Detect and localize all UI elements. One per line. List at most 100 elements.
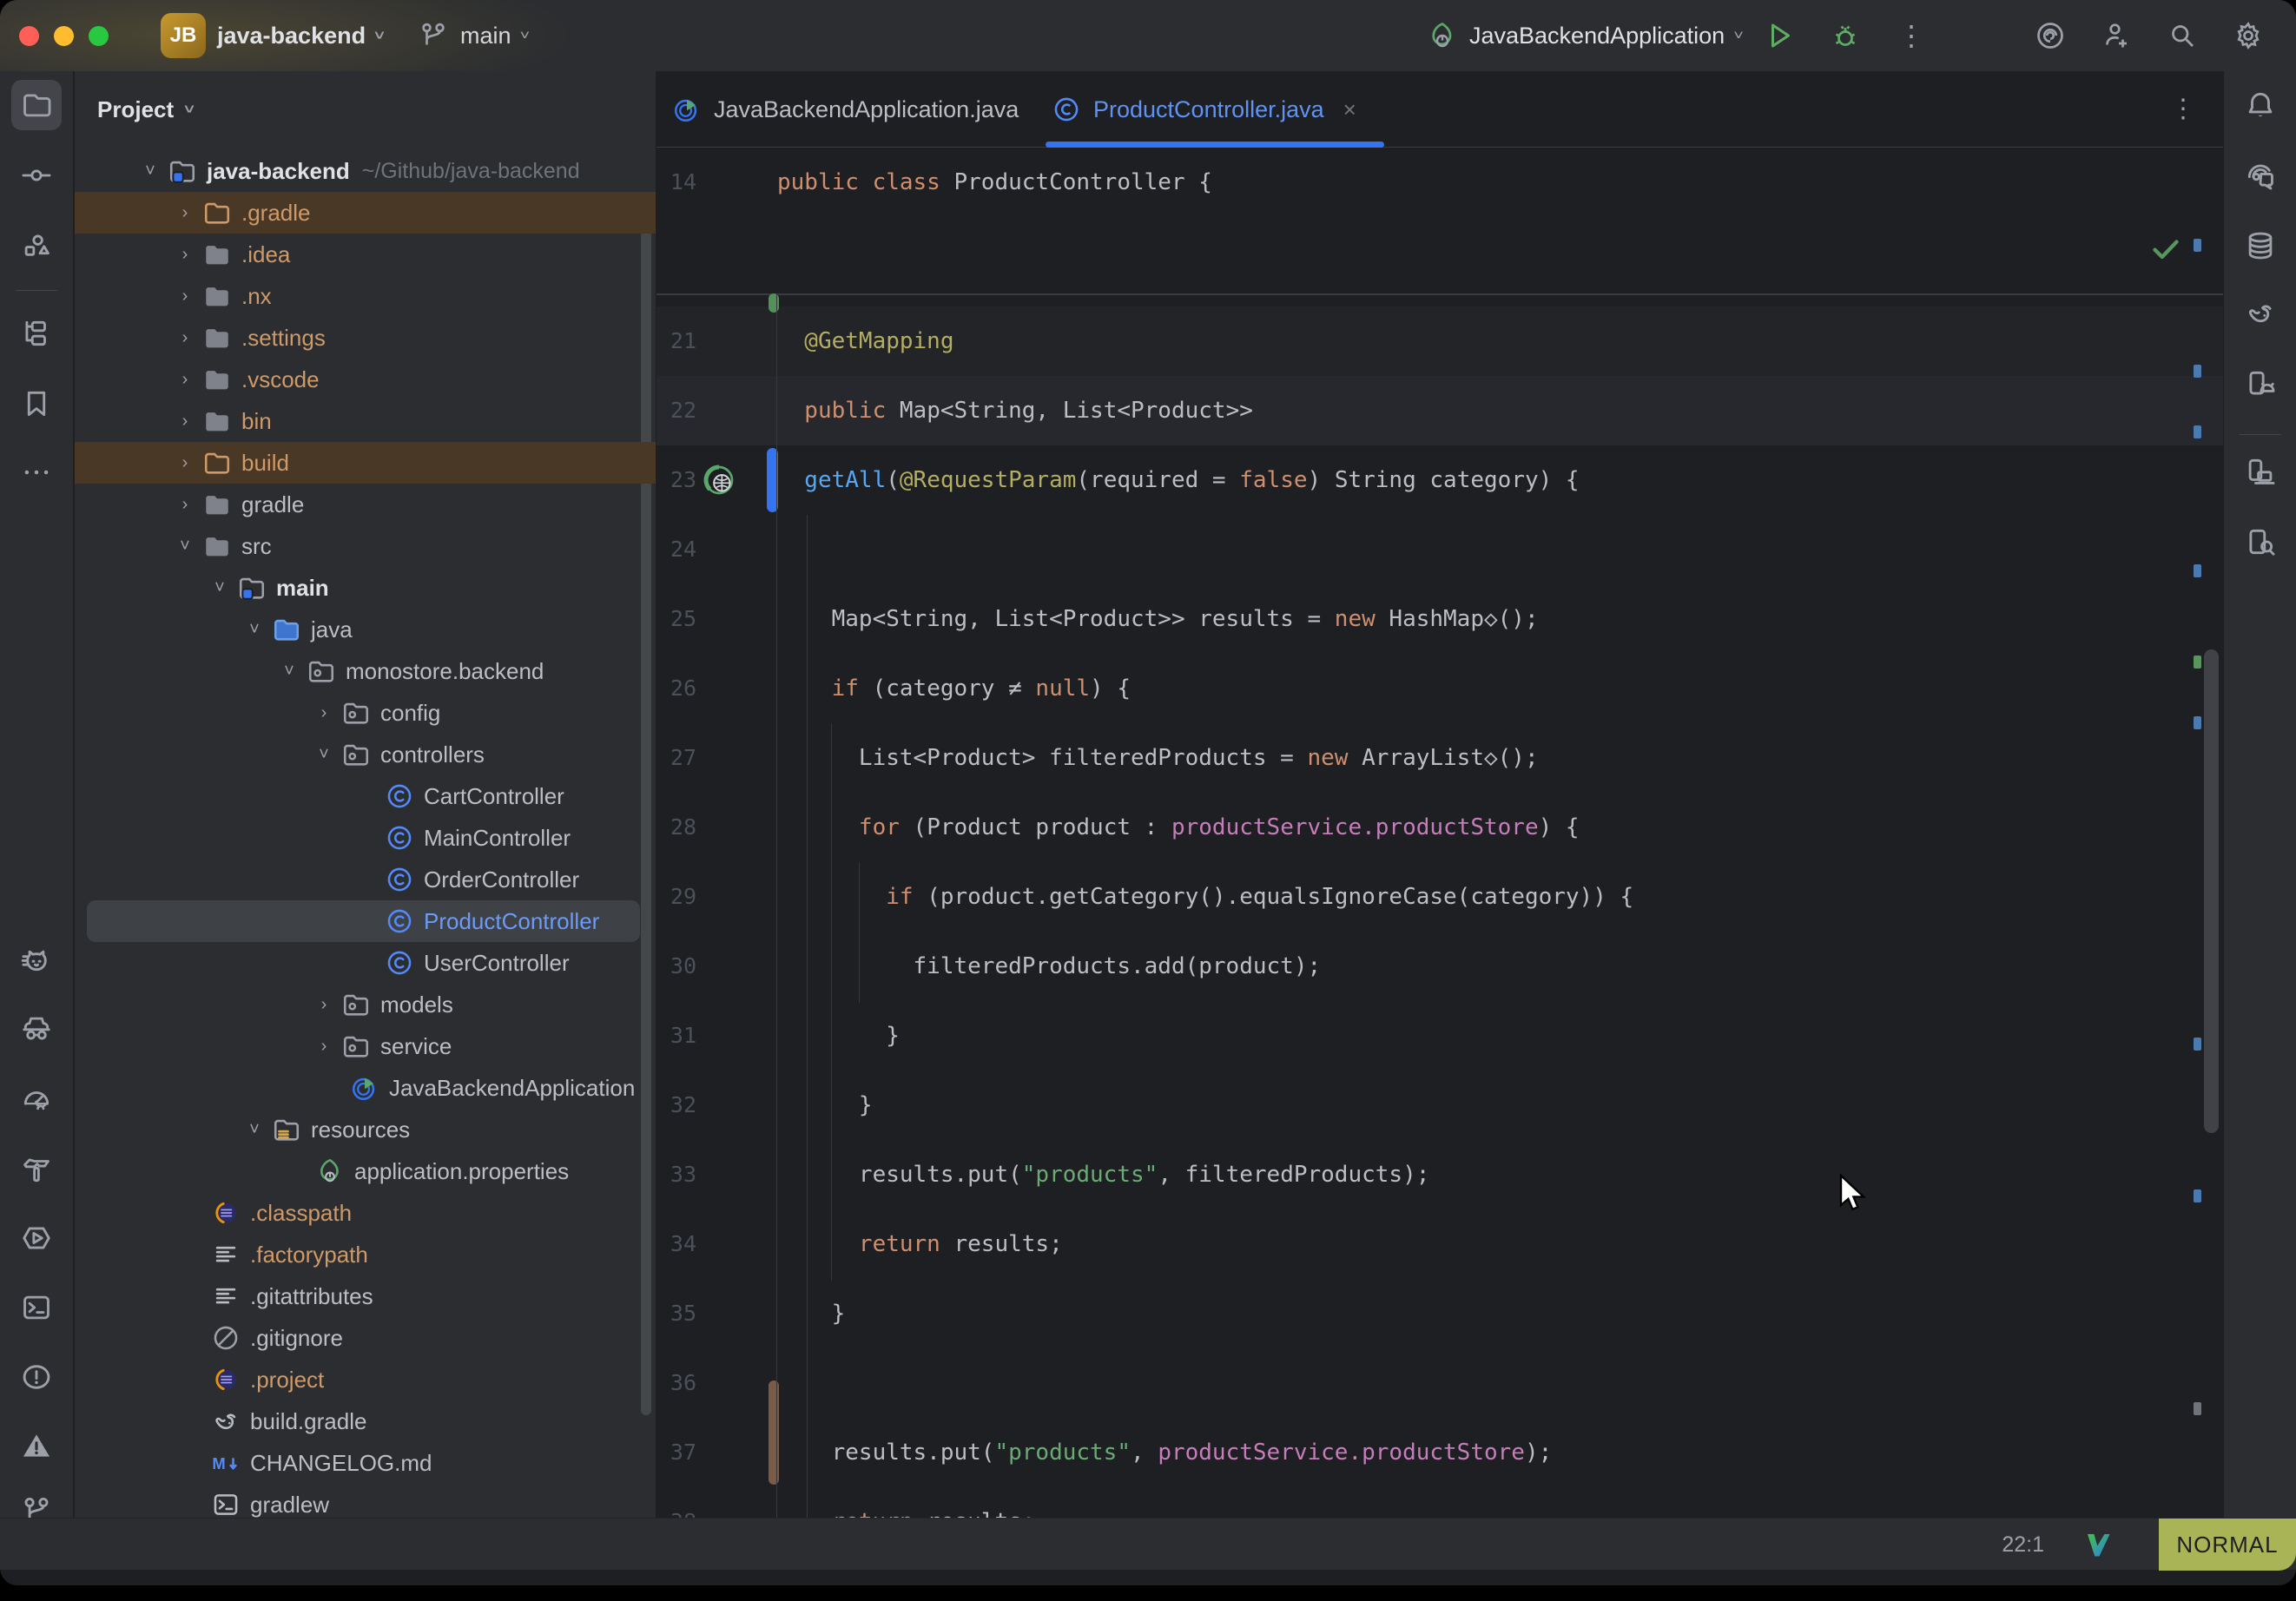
chevron-down-icon[interactable]: ˅ <box>311 745 337 765</box>
chevron-right-icon[interactable]: › <box>311 1037 337 1057</box>
tree-item-models[interactable]: ›models <box>75 984 656 1025</box>
tree-item-javabackendapplication[interactable]: JavaBackendApplication <box>75 1067 656 1109</box>
run-button[interactable] <box>1761 17 1798 54</box>
chevron-right-icon[interactable]: › <box>172 203 198 223</box>
project-icon[interactable] <box>11 80 62 130</box>
inspections-ok-icon[interactable] <box>2148 231 2183 272</box>
tree-item--factorypath[interactable]: .factorypath <box>75 1234 656 1275</box>
warnings-icon[interactable] <box>11 1420 62 1471</box>
code-line-36[interactable]: 36 <box>656 1348 2223 1418</box>
chevron-down-icon[interactable]: ˅ <box>241 1120 267 1140</box>
tree-item-build-gradle[interactable]: build.gradle <box>75 1400 656 1442</box>
close-window-button[interactable] <box>19 26 39 46</box>
tree-item-build[interactable]: ›build <box>75 442 656 484</box>
ai-cat-icon[interactable] <box>11 937 62 987</box>
error-stripe-mark[interactable] <box>2194 1038 2201 1051</box>
code-line-23[interactable]: 23 getAll(@RequestParam(required = false… <box>656 445 2223 515</box>
code-line-34[interactable]: 34 return results; <box>656 1209 2223 1279</box>
code-line-37[interactable]: 37 results.put("products", productServic… <box>656 1418 2223 1487</box>
tree-item-main[interactable]: ˅main <box>75 567 656 609</box>
code-line-29[interactable]: 29 if (product.getCategory().equalsIgnor… <box>656 862 2223 932</box>
add-user-button[interactable] <box>2098 17 2134 54</box>
vim-mode-badge[interactable]: NORMAL <box>2159 1519 2296 1571</box>
tree-item-service[interactable]: ›service <box>75 1025 656 1067</box>
problems-icon[interactable] <box>11 1352 62 1402</box>
error-stripe-mark[interactable] <box>2194 716 2201 729</box>
tree-item--gradle[interactable]: ›.gradle <box>75 192 656 234</box>
code-line-21[interactable]: 21 @GetMapping <box>656 306 2223 376</box>
tab-productcontroller[interactable]: ProductController.java × <box>1052 71 1356 148</box>
error-stripe-mark[interactable] <box>2194 1402 2201 1415</box>
chevron-right-icon[interactable]: › <box>172 287 198 306</box>
chevron-right-icon[interactable]: › <box>172 412 198 432</box>
notifications-icon[interactable] <box>2235 80 2286 130</box>
tree-item-config[interactable]: ›config <box>75 692 656 734</box>
tree-item-usercontroller[interactable]: UserController <box>75 942 656 984</box>
search-button[interactable] <box>2164 17 2200 54</box>
code-line-22[interactable]: 22 public Map<String, List<Product>> <box>656 376 2223 445</box>
tree-item-src[interactable]: ˅src <box>75 525 656 567</box>
error-stripe-mark[interactable] <box>2194 365 2201 378</box>
terminal-icon[interactable] <box>11 1282 62 1333</box>
code-line-14[interactable]: 14public class ProductController { <box>656 148 2223 217</box>
error-stripe-mark[interactable] <box>2194 425 2201 438</box>
ai-assistant-icon[interactable] <box>2235 150 2286 201</box>
close-tab-icon[interactable]: × <box>1343 96 1356 123</box>
chevron-down-icon[interactable]: ˅ <box>207 578 233 598</box>
services-icon[interactable] <box>11 1213 62 1263</box>
chevron-right-icon[interactable]: › <box>311 995 337 1015</box>
running-devices-icon[interactable] <box>2235 446 2286 497</box>
code-line-25[interactable]: 25 Map<String, List<Product>> results = … <box>656 584 2223 654</box>
tree-item-cartcontroller[interactable]: CartController <box>75 775 656 817</box>
code-line-32[interactable]: 32 } <box>656 1071 2223 1140</box>
tree-item-productcontroller[interactable]: ProductController <box>75 900 656 942</box>
chevron-down-icon[interactable]: ˅ <box>137 161 163 181</box>
settings-button[interactable] <box>2230 17 2266 54</box>
tree-item-java[interactable]: ˅java <box>75 609 656 650</box>
error-stripe-mark[interactable] <box>2194 239 2201 252</box>
tree-item-controllers[interactable]: ˅controllers <box>75 734 656 775</box>
ideavim-icon[interactable] <box>2082 1529 2114 1560</box>
error-stripe-mark[interactable] <box>2194 564 2201 577</box>
tree-item-application-properties[interactable]: application.properties <box>75 1150 656 1192</box>
profiler-icon[interactable] <box>11 1076 62 1126</box>
project-panel-header[interactable]: Project ˅ <box>75 71 656 148</box>
run-configuration-selector[interactable]: JavaBackendApplication ˅ <box>1424 0 1744 71</box>
chevron-right-icon[interactable]: › <box>172 245 198 265</box>
hierarchy-icon[interactable] <box>11 308 62 359</box>
more-icon[interactable] <box>11 447 62 497</box>
chevron-down-icon[interactable]: ˅ <box>172 537 198 557</box>
tree-item--gitignore[interactable]: .gitignore <box>75 1317 656 1359</box>
editor-scrollbar[interactable] <box>2204 649 2219 1133</box>
bookmarks-icon[interactable] <box>11 379 62 429</box>
vcs-added-marker[interactable] <box>769 293 779 313</box>
database-icon[interactable] <box>2235 221 2286 271</box>
chevron-right-icon[interactable]: › <box>172 328 198 348</box>
caret-position[interactable]: 22:1 <box>2002 1519 2044 1571</box>
chevron-right-icon[interactable]: › <box>172 495 198 515</box>
incognito-icon[interactable] <box>11 1004 62 1054</box>
api-endpoint-gutter-icon[interactable] <box>702 463 736 497</box>
vcs-changed-marker[interactable] <box>769 1380 779 1485</box>
code-line-31[interactable]: 31 } <box>656 1001 2223 1071</box>
chevron-down-icon[interactable]: ˅ <box>241 620 267 640</box>
tree-item-resources[interactable]: ˅resources <box>75 1109 656 1150</box>
code-line-26[interactable]: 26 if (category ≠ null) { <box>656 654 2223 723</box>
maximize-window-button[interactable] <box>89 26 109 46</box>
gradle-tool-icon[interactable] <box>2235 288 2286 339</box>
code-line-24[interactable]: 24 <box>656 515 2223 584</box>
chevron-right-icon[interactable]: › <box>311 703 337 723</box>
code-line-30[interactable]: 30 filteredProducts.add(product); <box>656 932 2223 1001</box>
tab-options-icon[interactable]: ⋮ <box>2167 94 2199 125</box>
tree-item--settings[interactable]: ›.settings <box>75 317 656 359</box>
build-icon[interactable] <box>11 1144 62 1195</box>
code-line-27[interactable]: 27 List<Product> filteredProducts = new … <box>656 723 2223 793</box>
error-stripe-mark[interactable] <box>2194 656 2201 669</box>
tree-item--gitattributes[interactable]: .gitattributes <box>75 1275 656 1317</box>
device-manager-icon[interactable] <box>2235 359 2286 409</box>
tree-item--classpath[interactable]: .classpath <box>75 1192 656 1234</box>
tree-item-ordercontroller[interactable]: OrderController <box>75 859 656 900</box>
device-explorer-icon[interactable] <box>2235 517 2286 567</box>
ai-assistant-button[interactable] <box>2032 17 2068 54</box>
chevron-right-icon[interactable]: › <box>172 370 198 390</box>
